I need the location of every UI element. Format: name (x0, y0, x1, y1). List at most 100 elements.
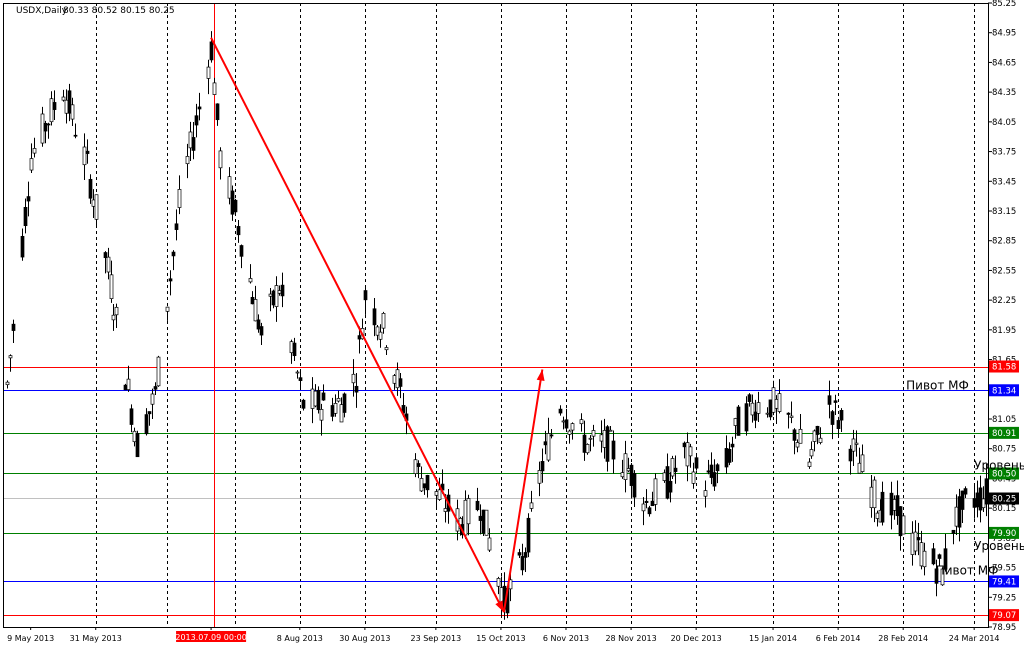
candle-body (111, 314, 116, 321)
candle-body (82, 146, 87, 166)
candle-body (706, 470, 711, 473)
candle-body (570, 423, 575, 431)
candle-body (114, 306, 119, 316)
candle-body (972, 498, 977, 508)
candle-body (126, 378, 131, 390)
candle-body (712, 472, 717, 487)
candle-body (688, 446, 693, 457)
candle-body (135, 433, 140, 458)
candle-body (558, 408, 563, 414)
candle-body (736, 406, 741, 436)
candle-body (789, 415, 794, 418)
candle-body (132, 430, 137, 443)
candle-body (668, 480, 673, 493)
trend-arrow-head (536, 369, 545, 381)
candle-body (588, 437, 593, 440)
candle-body (984, 478, 989, 505)
candle-body (88, 178, 93, 199)
y-tick-label: 85.25 (992, 0, 1016, 9)
axes: 85.25 84.95 84.65 84.35 84.05 83.75 83.45 83.15… (3, 0, 1019, 643)
candle-body (156, 356, 161, 387)
candle-body (342, 393, 347, 413)
candle-body (860, 454, 865, 472)
candle-body (579, 419, 584, 425)
candle-body (94, 194, 99, 220)
candle-body (919, 542, 924, 567)
candle-body (313, 390, 318, 407)
candle-body (188, 131, 193, 149)
candle-body (336, 398, 341, 402)
level-price-label: 81.58 (992, 363, 1016, 373)
candle-body (771, 387, 776, 413)
y-tick-label: 83.45 (992, 177, 1016, 187)
candle-body (564, 419, 569, 429)
candle-body (481, 509, 486, 534)
candle-body (537, 470, 542, 484)
candle-body (319, 409, 324, 421)
candle-body (250, 296, 255, 305)
candle-body (289, 341, 294, 354)
candle-body (650, 500, 655, 507)
y-tick-label: 81.95 (992, 326, 1016, 336)
candle-body (339, 404, 344, 423)
candle-body (833, 400, 838, 403)
candle-body (620, 472, 625, 478)
candle-body (632, 473, 637, 498)
candle-body (165, 306, 170, 312)
candle-body (321, 392, 326, 401)
candle-body (185, 156, 190, 165)
candle-body (144, 414, 149, 435)
candle-body (768, 399, 773, 418)
y-tick-label: 81.05 (992, 415, 1016, 425)
candle-body (869, 486, 874, 508)
candle-body (422, 483, 427, 489)
candle-body (951, 529, 956, 534)
candle-body (11, 323, 16, 331)
candle-body (931, 548, 936, 565)
y-tick-label: 78.95 (992, 623, 1016, 633)
candle-body (975, 492, 980, 508)
y-tick-label: 83.15 (992, 207, 1016, 217)
candle-body (425, 475, 430, 491)
candle-body (774, 399, 779, 409)
candle-body (567, 430, 572, 435)
candle-body (123, 384, 128, 391)
candle-body (434, 491, 439, 496)
candle-body (830, 411, 835, 425)
y-tick-label: 79.25 (992, 593, 1016, 603)
candle-body (747, 394, 752, 402)
candle-body (670, 458, 675, 477)
candle-body (682, 442, 687, 448)
candle-body (330, 405, 335, 417)
chart-annotation: Уровень поддержки (974, 539, 1024, 553)
candle-body (629, 464, 634, 486)
x-tick-label: 6 Nov 2013 (543, 634, 589, 643)
candle-body (215, 103, 220, 121)
crosshair-date-label: 2013.07.09 00:00 (175, 633, 246, 642)
candle-body (691, 471, 696, 484)
candle-body (191, 137, 196, 151)
candle-body (268, 293, 273, 297)
candle-body (540, 461, 545, 472)
candle-body (623, 453, 628, 480)
chart-annotation: Уровень сопротивления (974, 458, 1024, 472)
candle-body (443, 508, 448, 512)
candle-body (605, 426, 610, 462)
candle-body (23, 206, 28, 227)
candle-body (351, 373, 356, 384)
level-price-label: 81.34 (992, 386, 1016, 396)
candle-body (91, 199, 96, 207)
candle-body (626, 468, 631, 472)
candle-body (895, 495, 900, 517)
candle-body (61, 96, 66, 101)
candle-body (526, 517, 531, 553)
candle-body (333, 403, 338, 414)
ohlc-label: 80.33 80.52 80.15 80.25 (63, 6, 175, 16)
candle-body (381, 312, 386, 329)
candle-body (437, 489, 442, 500)
candle-body (901, 515, 906, 535)
candle-body (543, 441, 548, 446)
candle-body (582, 434, 587, 453)
candle-body (5, 381, 10, 386)
candle-body (807, 461, 812, 467)
